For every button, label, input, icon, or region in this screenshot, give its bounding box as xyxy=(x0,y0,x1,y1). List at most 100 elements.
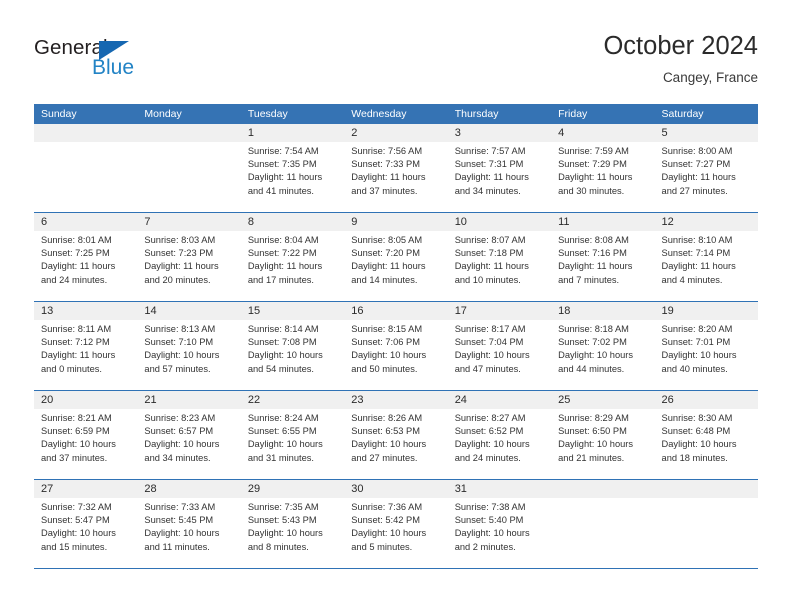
day-cell[interactable]: 6 Sunrise: 8:01 AM Sunset: 7:25 PM Daylight… xyxy=(34,213,138,301)
daylight-text: Daylight: 10 hours and 2 minutes. xyxy=(454,528,530,552)
day-cell[interactable]: 18 Sunrise: 8:18 AM Sunset: 7:02 PM Dayligh… xyxy=(551,302,655,390)
day-details: Sunrise: 7:54 AM Sunset: 7:35 PM Daylight:… xyxy=(241,142,344,198)
day-cell[interactable]: 26 Sunrise: 8:30 AM Sunset: 6:48 PM Dayligh… xyxy=(654,391,758,479)
title-block: October 2024 Cangey, France xyxy=(603,30,758,88)
weekday-header-friday: Friday xyxy=(558,108,588,120)
daylight-text: Daylight: 10 hours and 5 minutes. xyxy=(351,528,427,552)
day-cell[interactable]: 5 Sunrise: 8:00 AM Sunset: 7:27 PM Daylight… xyxy=(654,124,758,212)
sunrise-text: Sunrise: 7:38 AM xyxy=(454,502,526,512)
sunset-text: Sunset: 6:55 PM xyxy=(247,426,317,437)
sunrise-text: Sunrise: 7:33 AM xyxy=(144,502,216,512)
day-details: Sunrise: 7:32 AM Sunset: 5:47 PM Daylight:… xyxy=(34,498,137,554)
daylight-text: Daylight: 10 hours and 8 minutes. xyxy=(247,528,323,552)
day-cell[interactable]: 12 Sunrise: 8:10 AM Sunset: 7:14 PM Dayligh… xyxy=(654,213,758,301)
day-cell[interactable]: 25 Sunrise: 8:29 AM Sunset: 6:50 PM Dayligh… xyxy=(551,391,655,479)
day-cell[interactable]: 1 Sunrise: 7:54 AM Sunset: 7:35 PM Daylight… xyxy=(240,124,345,212)
daylight-text: Daylight: 11 hours and 17 minutes. xyxy=(247,261,323,285)
day-cell[interactable]: 10 Sunrise: 8:07 AM Sunset: 7:18 PM Dayligh… xyxy=(447,213,552,301)
day-cell[interactable]: 7 Sunrise: 8:03 AM Sunset: 7:23 PM Daylight… xyxy=(137,213,241,301)
day-details: Sunrise: 8:03 AM Sunset: 7:23 PM Daylight:… xyxy=(137,231,240,287)
day-cell[interactable]: 29 Sunrise: 7:35 AM Sunset: 5:43 PM Dayligh… xyxy=(240,480,345,568)
day-cell[interactable]: 28 Sunrise: 7:33 AM Sunset: 5:45 PM Dayligh… xyxy=(137,480,241,568)
day-number: 13 xyxy=(34,302,138,320)
sunset-text: Sunset: 7:01 PM xyxy=(661,337,731,348)
day-cell[interactable]: 11 Sunrise: 8:08 AM Sunset: 7:16 PM Dayligh… xyxy=(551,213,655,301)
sunrise-text: Sunrise: 7:59 AM xyxy=(558,146,629,156)
day-cell[interactable]: 27 Sunrise: 7:32 AM Sunset: 5:47 PM Dayligh… xyxy=(34,480,138,568)
daylight-text: Daylight: 10 hours and 31 minutes. xyxy=(247,439,323,463)
day-number: 4 xyxy=(551,124,655,142)
daylight-text: Daylight: 11 hours and 37 minutes. xyxy=(351,172,426,196)
day-number xyxy=(551,480,655,498)
calendar-week-row: 6 Sunrise: 8:01 AM Sunset: 7:25 PM Daylight… xyxy=(34,212,758,301)
day-cell[interactable]: 9 Sunrise: 8:05 AM Sunset: 7:20 PM Daylight… xyxy=(344,213,448,301)
day-cell[interactable]: 17 Sunrise: 8:17 AM Sunset: 7:04 PM Dayligh… xyxy=(447,302,552,390)
location-subtitle: Cangey, France xyxy=(662,70,758,85)
day-number: 16 xyxy=(344,302,448,320)
sunrise-text: Sunrise: 8:30 AM xyxy=(661,413,733,423)
sunrise-text: Sunrise: 8:15 AM xyxy=(351,324,423,334)
sunset-text: Sunset: 7:16 PM xyxy=(558,248,627,259)
day-details: Sunrise: 8:07 AM Sunset: 7:18 PM Daylight:… xyxy=(448,231,551,287)
day-cell[interactable]: 30 Sunrise: 7:36 AM Sunset: 5:42 PM Dayligh… xyxy=(344,480,448,568)
day-cell[interactable]: 8 Sunrise: 8:04 AM Sunset: 7:22 PM Daylight… xyxy=(240,213,345,301)
logo-text-blue: Blue xyxy=(92,56,135,79)
sunset-text: Sunset: 7:29 PM xyxy=(558,159,627,170)
day-number: 19 xyxy=(654,302,758,320)
sunset-text: Sunset: 7:04 PM xyxy=(454,337,524,348)
day-cell[interactable]: 23 Sunrise: 8:26 AM Sunset: 6:53 PM Dayligh… xyxy=(344,391,448,479)
day-details: Sunrise: 8:21 AM Sunset: 6:59 PM Daylight:… xyxy=(34,409,137,465)
day-details: Sunrise: 8:17 AM Sunset: 7:04 PM Daylight:… xyxy=(448,320,551,376)
day-number: 24 xyxy=(447,391,552,409)
daylight-text: Daylight: 10 hours and 44 minutes. xyxy=(558,350,634,374)
day-cell[interactable]: 16 Sunrise: 8:15 AM Sunset: 7:06 PM Dayligh… xyxy=(344,302,448,390)
day-cell-empty xyxy=(654,480,758,568)
sunrise-text: Sunrise: 7:35 AM xyxy=(247,502,319,512)
day-details: Sunrise: 7:57 AM Sunset: 7:31 PM Daylight:… xyxy=(448,142,551,198)
day-number: 20 xyxy=(34,391,138,409)
daylight-text: Daylight: 10 hours and 15 minutes. xyxy=(41,528,116,552)
calendar-week-row: 1 Sunrise: 7:54 AM Sunset: 7:35 PM Daylight… xyxy=(34,124,758,212)
day-details: Sunrise: 7:35 AM Sunset: 5:43 PM Daylight:… xyxy=(241,498,344,554)
sunrise-text: Sunrise: 8:10 AM xyxy=(661,235,733,245)
day-details: Sunrise: 8:00 AM Sunset: 7:27 PM Daylight:… xyxy=(655,142,758,198)
day-cell[interactable]: 3 Sunrise: 7:57 AM Sunset: 7:31 PM Daylight… xyxy=(447,124,552,212)
grid-bottom-border xyxy=(34,568,758,569)
general-blue-logo[interactable]: General Blue xyxy=(34,36,214,92)
day-number: 25 xyxy=(551,391,655,409)
daylight-text: Daylight: 11 hours and 7 minutes. xyxy=(558,261,633,285)
day-cell[interactable]: 2 Sunrise: 7:56 AM Sunset: 7:33 PM Daylight… xyxy=(344,124,448,212)
day-details: Sunrise: 7:36 AM Sunset: 5:42 PM Daylight:… xyxy=(344,498,447,554)
day-details: Sunrise: 8:30 AM Sunset: 6:48 PM Daylight:… xyxy=(655,409,758,465)
sunrise-text: Sunrise: 8:20 AM xyxy=(661,324,733,334)
day-cell[interactable]: 13 Sunrise: 8:11 AM Sunset: 7:12 PM Dayligh… xyxy=(34,302,138,390)
calendar-week-row: 20 Sunrise: 8:21 AM Sunset: 6:59 PM Dayligh… xyxy=(34,390,758,479)
sunset-text: Sunset: 7:02 PM xyxy=(558,337,627,348)
sunrise-text: Sunrise: 8:01 AM xyxy=(41,235,112,245)
day-cell-empty xyxy=(137,124,241,212)
day-number: 23 xyxy=(344,391,448,409)
day-cell[interactable]: 22 Sunrise: 8:24 AM Sunset: 6:55 PM Dayligh… xyxy=(240,391,345,479)
day-number: 28 xyxy=(137,480,241,498)
weekday-header-wednesday: Wednesday xyxy=(351,108,407,120)
daylight-text: Daylight: 11 hours and 27 minutes. xyxy=(661,172,736,196)
sunrise-text: Sunrise: 8:11 AM xyxy=(41,324,112,334)
day-cell[interactable]: 20 Sunrise: 8:21 AM Sunset: 6:59 PM Dayligh… xyxy=(34,391,138,479)
sunrise-text: Sunrise: 8:04 AM xyxy=(247,235,319,245)
day-cell[interactable]: 15 Sunrise: 8:14 AM Sunset: 7:08 PM Dayligh… xyxy=(240,302,345,390)
day-cell[interactable]: 14 Sunrise: 8:13 AM Sunset: 7:10 PM Dayligh… xyxy=(137,302,241,390)
day-cell[interactable]: 21 Sunrise: 8:23 AM Sunset: 6:57 PM Dayligh… xyxy=(137,391,241,479)
day-cell[interactable]: 19 Sunrise: 8:20 AM Sunset: 7:01 PM Dayligh… xyxy=(654,302,758,390)
sunset-text: Sunset: 6:53 PM xyxy=(351,426,420,437)
day-number: 5 xyxy=(654,124,758,142)
day-number: 22 xyxy=(240,391,345,409)
day-cell[interactable]: 24 Sunrise: 8:27 AM Sunset: 6:52 PM Dayligh… xyxy=(447,391,552,479)
day-cell-empty xyxy=(551,480,655,568)
day-details: Sunrise: 8:24 AM Sunset: 6:55 PM Daylight:… xyxy=(241,409,344,465)
weekday-header-row: Sunday Monday Tuesday Wednesday Thursday Frid… xyxy=(34,104,758,124)
calendar-week-row: 27 Sunrise: 7:32 AM Sunset: 5:47 PM Dayligh… xyxy=(34,479,758,568)
day-cell[interactable]: 31 Sunrise: 7:38 AM Sunset: 5:40 PM Dayligh… xyxy=(447,480,552,568)
day-cell[interactable]: 4 Sunrise: 7:59 AM Sunset: 7:29 PM Daylight… xyxy=(551,124,655,212)
sunset-text: Sunset: 6:48 PM xyxy=(661,426,731,437)
day-details: Sunrise: 8:14 AM Sunset: 7:08 PM Daylight:… xyxy=(241,320,344,376)
